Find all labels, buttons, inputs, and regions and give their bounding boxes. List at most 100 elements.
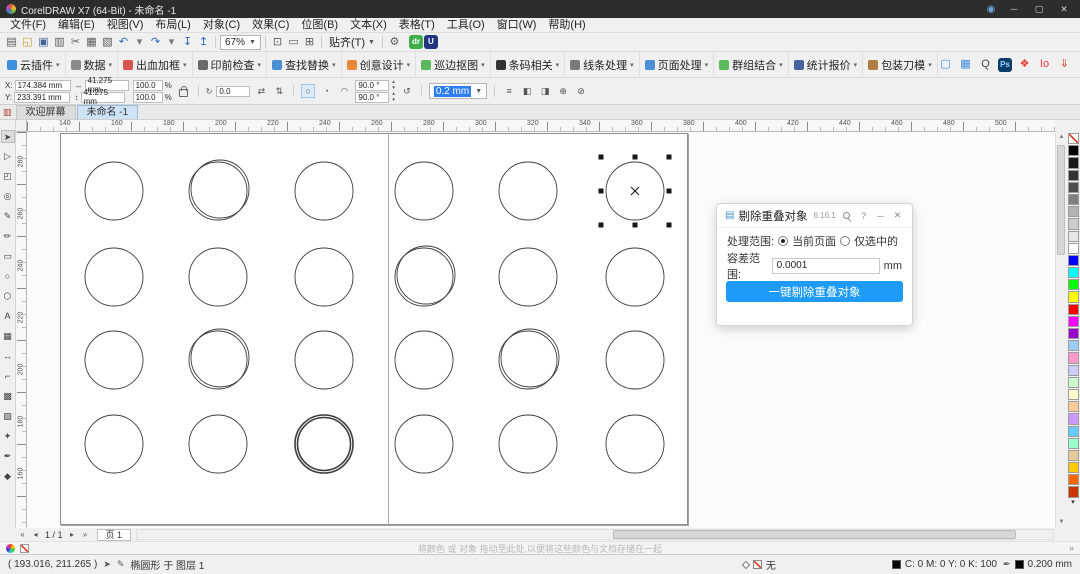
- plugin-toolbar-item[interactable]: 创意设计 ▾: [342, 52, 417, 77]
- circle-object[interactable]: [84, 161, 144, 221]
- no-color-swatch[interactable]: [1067, 133, 1079, 145]
- color-eyedropper-tool[interactable]: ✦: [1, 430, 15, 443]
- help-button[interactable]: ?: [857, 211, 870, 221]
- ellipse-button[interactable]: ○: [301, 84, 316, 98]
- color-swatch[interactable]: [1067, 376, 1079, 388]
- rotation-angle-field[interactable]: 0.0: [216, 85, 251, 97]
- plugin-toolbar-item[interactable]: 巡边抠图 ▾: [416, 52, 491, 77]
- redo-dropdown-icon[interactable]: ▾: [164, 34, 179, 51]
- plugin-toolbar-item[interactable]: 线条处理 ▾: [565, 52, 640, 77]
- horizontal-scroll-thumb[interactable]: [613, 530, 1017, 539]
- start-angle-field[interactable]: 90.0 °: [355, 79, 390, 91]
- redo-icon[interactable]: ↷: [148, 34, 163, 51]
- menu-item[interactable]: 视图(V): [101, 18, 150, 33]
- color-swatch[interactable]: [1067, 218, 1079, 230]
- dialog-minimize-button[interactable]: ─: [874, 211, 887, 221]
- pin-icon[interactable]: [843, 212, 850, 219]
- selection-handle[interactable]: [598, 154, 604, 160]
- lock-ratio-icon[interactable]: [178, 86, 188, 97]
- drop-shadow-tool[interactable]: ▩: [1, 390, 15, 403]
- search-icon[interactable]: Q: [978, 56, 993, 73]
- undo-icon[interactable]: ↶: [116, 34, 131, 51]
- radio-selected-only[interactable]: [840, 235, 851, 246]
- export-icon[interactable]: ↥: [196, 34, 211, 51]
- horizontal-ruler[interactable]: 140 160 180 200 220 240 260 280 300 320 340 360 380 4…: [27, 120, 1055, 132]
- clipboard-icon[interactable]: ▦: [958, 56, 973, 73]
- circle-object[interactable]: [396, 245, 456, 305]
- connector-tool[interactable]: ⌐: [1, 370, 15, 383]
- selection-handle[interactable]: [666, 188, 672, 194]
- drawing-canvas[interactable]: ▤ 剔除重叠对象 6.16.1 ? ─ ✕ 处理范围: 当前页面 仅选中的 容差…: [27, 132, 1055, 528]
- circle-object[interactable]: [294, 161, 354, 221]
- plugin-toolbar-item[interactable]: 出血加框 ▾: [118, 52, 193, 77]
- selection-handle[interactable]: [632, 154, 638, 160]
- circle-object[interactable]: [84, 414, 144, 474]
- spinner-arrows[interactable]: ▲ ▼: [391, 91, 395, 102]
- circle-object[interactable]: [84, 330, 144, 390]
- x-position-field[interactable]: 174.384 mm: [14, 79, 71, 91]
- circle-object[interactable]: [190, 159, 250, 219]
- color-swatch[interactable]: [1067, 279, 1079, 291]
- color-swatch[interactable]: [1067, 145, 1079, 157]
- circle-object[interactable]: [84, 247, 144, 307]
- circle-object[interactable]: [296, 416, 352, 472]
- crop-tool[interactable]: ◰: [1, 170, 15, 183]
- color-swatch[interactable]: [1067, 157, 1079, 169]
- color-swatch[interactable]: [1067, 340, 1079, 352]
- menu-item[interactable]: 效果(C): [246, 18, 295, 33]
- show-rulers-icon[interactable]: ▭: [286, 34, 301, 51]
- outline-status[interactable]: ✒ 0.200 mm: [1003, 559, 1072, 570]
- maximize-button[interactable]: ▢: [1029, 0, 1049, 18]
- menu-item[interactable]: 帮助(H): [542, 18, 591, 33]
- close-button[interactable]: ✕: [1054, 0, 1074, 18]
- color-swatch[interactable]: [1067, 254, 1079, 267]
- selection-handle[interactable]: [598, 188, 604, 194]
- plugin-toolbar-item[interactable]: 条码相关 ▾: [491, 52, 566, 77]
- outline-width-combo[interactable]: 0.2 mm ▼: [428, 83, 488, 99]
- vertical-scrollbar[interactable]: ▲ ▼: [1055, 132, 1066, 528]
- palette-overflow-icon[interactable]: »: [1069, 543, 1074, 553]
- selection-handle[interactable]: [632, 222, 638, 228]
- to-back-button[interactable]: ◨: [538, 84, 552, 98]
- spinner-arrows[interactable]: ▲ ▼: [391, 79, 395, 90]
- account-icon[interactable]: ◉: [983, 4, 999, 15]
- circle-object[interactable]: [394, 161, 454, 221]
- show-grid-icon[interactable]: ⊞: [302, 34, 317, 51]
- color-swatch[interactable]: [1067, 352, 1079, 364]
- color-swatch[interactable]: [1067, 303, 1079, 315]
- shape-tool[interactable]: ▷: [1, 150, 15, 163]
- artistic-media-tool[interactable]: ✏: [1, 230, 15, 243]
- coreldraw-app-icon[interactable]: dr: [408, 35, 423, 49]
- menu-item[interactable]: 布局(L): [149, 18, 196, 33]
- download-icon[interactable]: ⇓: [1057, 56, 1072, 73]
- fill-color-status[interactable]: C: 0 M: 0 Y: 0 K: 100: [891, 559, 997, 570]
- color-swatch[interactable]: [1067, 181, 1079, 193]
- circle-object[interactable]: [188, 247, 248, 307]
- color-swatch[interactable]: [1067, 267, 1079, 279]
- ruler-origin-corner[interactable]: [16, 120, 27, 132]
- menu-item[interactable]: 表格(T): [393, 18, 441, 33]
- pick-tool[interactable]: ➤: [0, 130, 15, 143]
- minimize-button[interactable]: ─: [1004, 0, 1024, 18]
- menu-item[interactable]: 工具(O): [441, 18, 491, 33]
- to-front-button[interactable]: ◧: [520, 84, 534, 98]
- wrap-text-button[interactable]: ≡: [502, 84, 516, 98]
- outline-pen-tool[interactable]: ✒: [1, 450, 15, 463]
- menu-item[interactable]: 对象(C): [197, 18, 246, 33]
- circle-object[interactable]: [294, 247, 354, 307]
- copy-icon[interactable]: ▦: [84, 34, 99, 51]
- previous-page-icon[interactable]: ◂: [29, 530, 42, 539]
- plugin-toolbar-item[interactable]: 页面处理 ▾: [640, 52, 715, 77]
- text-tool[interactable]: A: [1, 310, 15, 323]
- vertical-ruler[interactable]: 280 260 240 220 200 180 160: [16, 132, 27, 528]
- color-swatch[interactable]: [1067, 401, 1079, 413]
- selection-handle[interactable]: [666, 154, 672, 160]
- next-page-icon[interactable]: ▸: [66, 530, 79, 539]
- object-height-field[interactable]: 41.275 mm: [80, 88, 125, 106]
- fullscreen-preview-icon[interactable]: ⊡: [270, 34, 285, 51]
- circle-object[interactable]: [294, 330, 354, 390]
- circle-object[interactable]: [394, 330, 454, 390]
- scale-x-field[interactable]: 100.0: [132, 79, 163, 91]
- color-swatch[interactable]: [1067, 169, 1079, 181]
- arc-button[interactable]: ◠: [337, 84, 351, 98]
